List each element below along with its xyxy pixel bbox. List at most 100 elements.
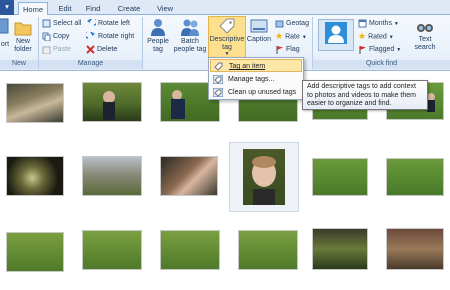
photo-thumbnail[interactable] [6,232,64,272]
folder-icon [14,22,32,36]
rotate-right-icon [86,31,95,39]
new-folder-button[interactable]: New folder [12,17,34,54]
geotag-button[interactable]: Geotag [275,18,309,29]
people-tag-button[interactable]: People tag [144,17,172,54]
flag-icon [276,45,283,54]
flag-icon [359,45,366,54]
geotag-icon [275,20,284,28]
star-icon: ★ [358,31,367,41]
rate-button[interactable]: ★ Rate ▼ [275,31,307,42]
photo-thumbnail[interactable] [160,230,220,270]
copy-icon [42,32,51,41]
binoculars-icon [417,24,433,32]
flag-label: Flag [286,46,300,53]
months-button[interactable]: Months ▼ [358,18,399,29]
group-label-manage: Manage [39,60,142,69]
person-icon [151,19,165,36]
import-label: ort [0,41,10,48]
menu-item-manage-tags[interactable]: Manage tags... [210,73,302,86]
paste-button[interactable]: Paste [42,44,71,55]
import-button[interactable]: ort [0,17,10,49]
divider [142,17,143,69]
batch-people-icon [181,19,199,36]
photo-thumbnail[interactable] [82,230,142,270]
photo-thumbnail-selected[interactable] [229,142,299,212]
tag-icon [214,62,223,71]
photo-thumbnail[interactable] [6,156,64,196]
text-search-label: Text search [414,36,436,51]
chevron-down-icon: ▼ [388,34,394,41]
rotate-left-icon [87,18,96,26]
photo-thumbnail[interactable] [6,83,64,123]
paste-icon [42,46,51,54]
chevron-down-icon: ▼ [301,34,307,41]
rated-button[interactable]: ★ Rated ▼ [358,31,394,42]
manage-tags-icon [213,75,223,84]
select-all-label: Select all [53,20,82,27]
select-all-icon [42,19,51,28]
photo-thumbnail[interactable] [238,230,298,270]
photo-thumbnail[interactable] [160,156,218,196]
group-label-quick-find: Quick find [313,60,450,69]
flagged-label: Flagged [369,46,395,53]
tab-find[interactable]: Find [82,2,104,15]
import-icon [0,18,9,34]
photo-image [243,149,285,205]
tab-view[interactable]: View [152,2,178,15]
chevron-down-icon: ▼ [396,47,402,53]
menu-item-label: Tag an item [229,63,266,70]
menu-item-tag-an-item[interactable]: Tag an item [210,59,302,72]
delete-label: Delete [97,46,118,53]
descriptive-tag-menu: Tag an item Manage tags... Clean up unus… [208,57,304,100]
tab-create[interactable]: Create [114,2,144,15]
tag-icon [219,18,235,34]
tab-home[interactable]: Home [18,2,48,16]
months-label: Months [369,20,392,27]
descriptive-tag-button[interactable]: Descriptive tag ▼ [208,16,246,58]
rated-label: Rated [368,33,387,41]
caption-icon [250,19,268,33]
rotate-left-label: Rotate left [98,20,130,27]
menu-item-clean-up-unused-tags[interactable]: Clean up unused tags [210,86,302,99]
new-folder-label: New folder [14,38,32,53]
geotag-label: Geotag [286,20,309,27]
clean-up-tags-icon [213,88,223,97]
star-icon: ★ [275,31,284,41]
flag-button[interactable]: Flag [275,44,300,55]
ribbon-tab-bar: ▾ Home Edit Find Create View [0,0,450,16]
rotate-right-button[interactable]: Rotate right [86,31,134,42]
chevron-down-icon: ▼ [393,21,399,27]
copy-label: Copy [53,33,70,40]
tab-edit[interactable]: Edit [54,2,76,15]
people-filter-button[interactable] [318,19,354,51]
tooltip: Add descriptive tags to add context to p… [302,80,428,110]
caption-label: Caption [246,36,272,43]
file-menu-button[interactable]: ▾ [0,0,14,15]
descriptive-tag-label: Descriptive tag [209,36,245,51]
photo-thumbnail[interactable] [312,158,368,196]
rate-label: Rate [285,33,300,41]
batch-people-tag-label: Batch people tag [173,38,207,53]
caption-button[interactable]: Caption [246,17,272,44]
text-search-button[interactable]: Text search [412,17,438,52]
select-all-button[interactable]: Select all [42,18,81,29]
batch-people-tag-button[interactable]: Batch people tag [172,17,208,54]
photo-thumbnail[interactable] [386,158,444,196]
flagged-button[interactable]: Flagged ▼ [358,44,401,55]
copy-button[interactable]: Copy [42,31,69,42]
menu-item-label: Clean up unused tags [228,89,297,96]
delete-icon [86,44,95,54]
rotate-right-label: Rotate right [98,33,135,40]
photo-thumbnail[interactable] [82,82,142,122]
delete-button[interactable]: Delete [86,44,117,55]
calendar-icon [358,19,367,28]
photo-thumbnail[interactable] [386,228,444,270]
person-placeholder-icon [325,22,347,44]
group-label-new: New [0,60,38,69]
menu-item-label: Manage tags... [228,76,275,83]
photo-thumbnail[interactable] [312,228,368,270]
paste-label: Paste [53,46,71,53]
rotate-left-button[interactable]: Rotate left [86,18,130,29]
photo-thumbnail[interactable] [82,156,142,196]
people-tag-label: People tag [147,38,169,53]
